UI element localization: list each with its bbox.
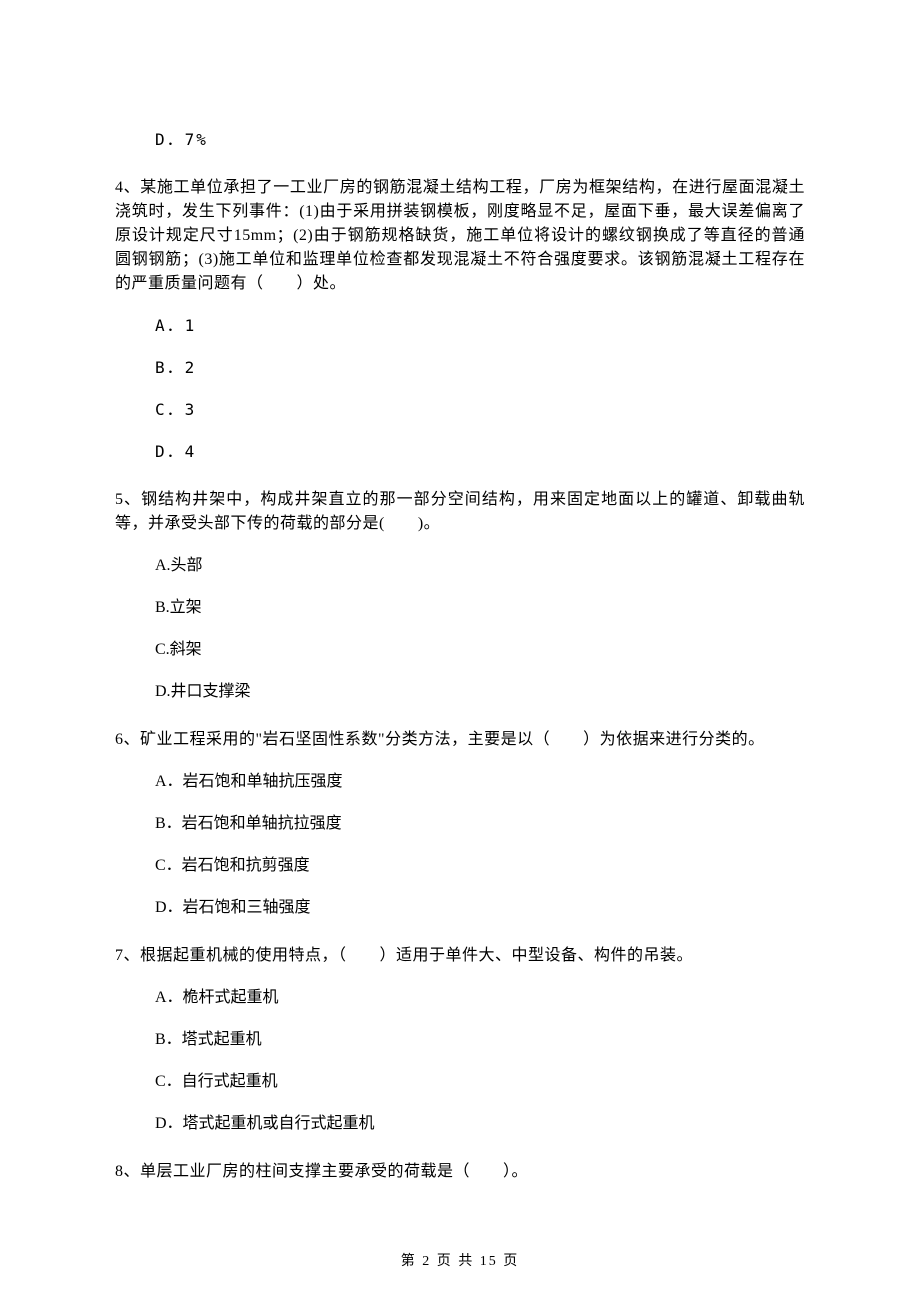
q4-option-d: D．4 — [115, 440, 805, 464]
q7-stem: 7、根据起重机械的使用特点，（ ）适用于单件大、中型设备、构件的吊装。 — [115, 944, 805, 968]
q5-stem: 5、钢结构井架中，构成井架直立的那一部分空间结构，用来固定地面以上的罐道、卸载曲… — [115, 488, 805, 536]
q6-option-b: B．岩石饱和单轴抗拉强度 — [115, 812, 805, 836]
q5-option-a: A.头部 — [115, 554, 805, 578]
q5-option-c: C.斜架 — [115, 638, 805, 662]
q4-option-c: C．3 — [115, 398, 805, 422]
q4-option-b: B．2 — [115, 356, 805, 380]
document-page: D．7% 4、某施工单位承担了一工业厂房的钢筋混凝土结构工程，厂房为框架结构，在… — [0, 0, 920, 1302]
q7-option-a: A．桅杆式起重机 — [115, 986, 805, 1010]
q7-option-b: B．塔式起重机 — [115, 1028, 805, 1052]
q6-option-c: C．岩石饱和抗剪强度 — [115, 854, 805, 878]
q3-option-d: D．7% — [115, 128, 805, 152]
q5-option-b: B.立架 — [115, 596, 805, 620]
q6-option-d: D．岩石饱和三轴强度 — [115, 896, 805, 920]
q7-option-c: C．自行式起重机 — [115, 1070, 805, 1094]
q4-stem: 4、某施工单位承担了一工业厂房的钢筋混凝土结构工程，厂房为框架结构，在进行屋面混… — [115, 176, 805, 296]
q8-stem: 8、单层工业厂房的柱间支撑主要承受的荷载是（ ）。 — [115, 1160, 805, 1184]
q5-option-d: D.井口支撑梁 — [115, 680, 805, 704]
page-footer: 第 2 页 共 15 页 — [0, 1251, 920, 1272]
q4-option-a: A．1 — [115, 314, 805, 338]
q7-option-d: D．塔式起重机或自行式起重机 — [115, 1112, 805, 1136]
q6-stem: 6、矿业工程采用的"岩石坚固性系数"分类方法，主要是以（ ）为依据来进行分类的。 — [115, 728, 805, 752]
q6-option-a: A．岩石饱和单轴抗压强度 — [115, 770, 805, 794]
